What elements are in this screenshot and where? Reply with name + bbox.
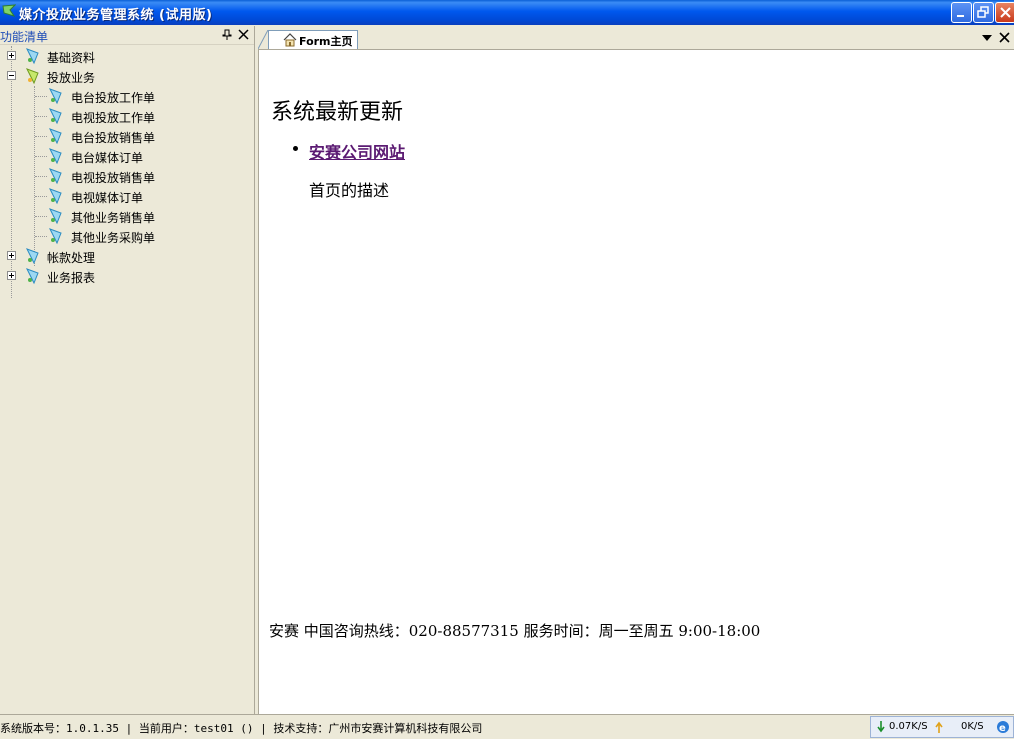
title-bar[interactable]: 媒介投放业务管理系统 (试用版): [0, 0, 1014, 25]
tree-node-label: 电台媒体订单: [71, 151, 144, 165]
document-tab-strip: Form主页: [258, 26, 1014, 50]
company-website-link[interactable]: 安赛公司网站: [309, 139, 405, 163]
tree-node-label: 帐款处理: [47, 251, 96, 265]
tree-node-label: 投放业务: [47, 71, 96, 85]
tab-label: Form主页: [299, 35, 353, 48]
tree-node-label: 其他业务采购单: [71, 231, 156, 245]
upload-rate: 0K/S: [961, 721, 984, 732]
tree-leaf-other-purchase[interactable]: 其他业务采购单: [0, 226, 254, 246]
browser-icon: e: [997, 721, 1009, 734]
tree-leaf-radio-placement-worksheet[interactable]: 电台投放工作单: [0, 86, 254, 106]
folder-node-icon: [25, 248, 39, 265]
close-button[interactable]: [995, 2, 1014, 23]
svg-text:e: e: [999, 723, 1006, 734]
document-node-icon: [48, 108, 62, 125]
tree-node-label: 电视投放工作单: [71, 111, 156, 125]
page-heading: 系统最新更新: [271, 100, 404, 125]
function-list-panel: 功能清单 基础资料 投放业务 电台投放工作单 电视投放工作单 电台投放销售单 电…: [0, 26, 255, 714]
network-speed-meter[interactable]: 0.07K/S 0K/S e: [870, 716, 1014, 738]
tab-close-icon[interactable]: [999, 32, 1010, 43]
folder-node-icon: [25, 48, 39, 65]
tree-node-label: 电台投放工作单: [71, 91, 156, 105]
expand-icon[interactable]: [7, 271, 16, 280]
document-node-icon: [48, 228, 62, 245]
tree-node-reports[interactable]: 业务报表: [0, 266, 254, 286]
document-node-icon: [48, 188, 62, 205]
document-node-icon: [48, 168, 62, 185]
minimize-button[interactable]: [951, 2, 972, 23]
app-icon: [2, 4, 16, 17]
main-content: 系统最新更新 安赛公司网站 首页的描述 安赛 中国咨询热线：020-885773…: [258, 50, 1014, 714]
home-description: 首页的描述: [309, 181, 390, 200]
folder-node-icon: [25, 268, 39, 285]
expand-icon[interactable]: [7, 251, 16, 260]
contact-footer: 安赛 中国咨询热线：020-88577315 服务时间：周一至周五 9:00-1…: [269, 622, 761, 640]
tree-leaf-tv-media-order[interactable]: 电视媒体订单: [0, 186, 254, 206]
pin-icon[interactable]: [222, 29, 232, 41]
tree-node-placement[interactable]: 投放业务: [0, 66, 254, 86]
document-node-icon: [48, 88, 62, 105]
download-arrow-icon: [877, 721, 885, 733]
tree-node-label: 基础资料: [47, 51, 96, 65]
tree-leaf-radio-placement-sales[interactable]: 电台投放销售单: [0, 126, 254, 146]
panel-close-icon[interactable]: [238, 29, 249, 40]
list-bullet: [293, 146, 298, 151]
expand-icon[interactable]: [7, 51, 16, 60]
collapse-icon[interactable]: [7, 71, 16, 80]
home-icon: [283, 33, 297, 47]
tree-leaf-radio-media-order[interactable]: 电台媒体订单: [0, 146, 254, 166]
tree-node-label: 电视投放销售单: [71, 171, 156, 185]
tree-node-label: 其他业务销售单: [71, 211, 156, 225]
tree-node-label: 电台投放销售单: [71, 131, 156, 145]
document-node-icon: [48, 148, 62, 165]
restore-button[interactable]: [973, 2, 994, 23]
status-text: 系统版本号：1.0.1.35 | 当前用户：test01 () | 技术支持：广…: [0, 722, 483, 735]
tab-form-home[interactable]: Form主页: [268, 30, 358, 49]
document-node-icon: [48, 128, 62, 145]
panel-header: 功能清单: [0, 26, 254, 45]
tree-leaf-other-sales[interactable]: 其他业务销售单: [0, 206, 254, 226]
panel-title: 功能清单: [0, 30, 49, 44]
tree-leaf-tv-placement-worksheet[interactable]: 电视投放工作单: [0, 106, 254, 126]
minimize-icon: [957, 15, 964, 17]
upload-arrow-icon: [935, 721, 943, 733]
tree-node-accounts[interactable]: 帐款处理: [0, 246, 254, 266]
folder-open-node-icon: [25, 68, 39, 85]
window-title: 媒介投放业务管理系统 (试用版): [19, 8, 213, 23]
tree-node-basic-data[interactable]: 基础资料: [0, 46, 254, 66]
tab-list-dropdown-icon[interactable]: [982, 35, 992, 41]
download-rate: 0.07K/S: [889, 721, 928, 732]
tree-node-label: 电视媒体订单: [71, 191, 144, 205]
document-node-icon: [48, 208, 62, 225]
status-bar: 系统版本号：1.0.1.35 | 当前用户：test01 () | 技术支持：广…: [0, 714, 1014, 739]
tree-node-label: 业务报表: [47, 271, 96, 285]
restore-icon: [977, 6, 989, 18]
close-icon: [1000, 7, 1011, 18]
tree-leaf-tv-placement-sales[interactable]: 电视投放销售单: [0, 166, 254, 186]
